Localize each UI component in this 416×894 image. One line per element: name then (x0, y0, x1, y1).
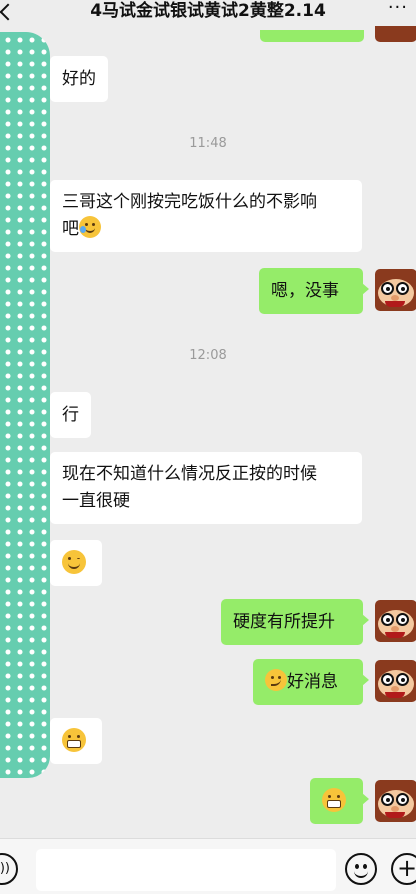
message-text: 好的 (62, 69, 96, 89)
message-text-line: 吧 (62, 219, 79, 239)
received-message[interactable]: 行 (50, 392, 91, 438)
message-text: 好消息 (287, 672, 338, 692)
received-message[interactable]: 三哥这个刚按完吃饭什么的不影响 吧 (50, 180, 362, 252)
timestamp: 11:48 (189, 136, 227, 151)
grimace-emoji-icon (322, 788, 346, 812)
crying-laughing-emoji-icon (79, 216, 101, 238)
received-message[interactable]: 现在不知道什么情况反正按的时候 一直很硬 (50, 452, 362, 524)
input-bar: ))) + (0, 838, 416, 894)
smirk-emoji-icon (265, 669, 287, 691)
sent-message[interactable]: 硬度有所提升 (221, 599, 369, 645)
more-options-icon[interactable]: ··· (388, 0, 408, 17)
message-text: 嗯，没事 (271, 281, 339, 301)
wink-emoji-icon (62, 550, 86, 574)
avatar[interactable] (375, 269, 416, 311)
message-text-line: 一直很硬 (62, 491, 130, 511)
avatar[interactable] (375, 780, 416, 822)
message-input[interactable] (36, 849, 336, 891)
partial-sent-bubble[interactable] (260, 30, 364, 42)
sent-message[interactable]: 好消息 (253, 659, 369, 705)
chat-header: 4马试金试银试黄试2黄整2.14 ··· (0, 0, 416, 26)
avatar[interactable] (375, 660, 416, 702)
avatar[interactable] (375, 600, 416, 642)
sent-message[interactable] (310, 778, 369, 824)
message-text: 行 (62, 405, 79, 425)
message-text: 硬度有所提升 (233, 612, 335, 632)
received-message[interactable]: 好的 (50, 56, 108, 102)
voice-input-icon[interactable]: ))) (0, 853, 18, 885)
back-arrow-icon[interactable] (0, 3, 17, 21)
message-text-line: 三哥这个刚按完吃饭什么的不影响 (62, 192, 317, 212)
grin-emoji-icon (62, 728, 86, 752)
avatar[interactable] (375, 26, 416, 42)
message-text-line: 现在不知道什么情况反正按的时候 (62, 464, 317, 484)
more-actions-plus-icon[interactable]: + (391, 853, 416, 885)
received-message[interactable] (50, 540, 102, 586)
chat-title: 4马试金试银试黄试2黄整2.14 (90, 1, 326, 21)
timestamp: 12:08 (189, 348, 227, 363)
received-message[interactable] (50, 718, 102, 764)
sent-message[interactable]: 嗯，没事 (259, 268, 369, 314)
emoji-picker-icon[interactable] (345, 853, 377, 885)
